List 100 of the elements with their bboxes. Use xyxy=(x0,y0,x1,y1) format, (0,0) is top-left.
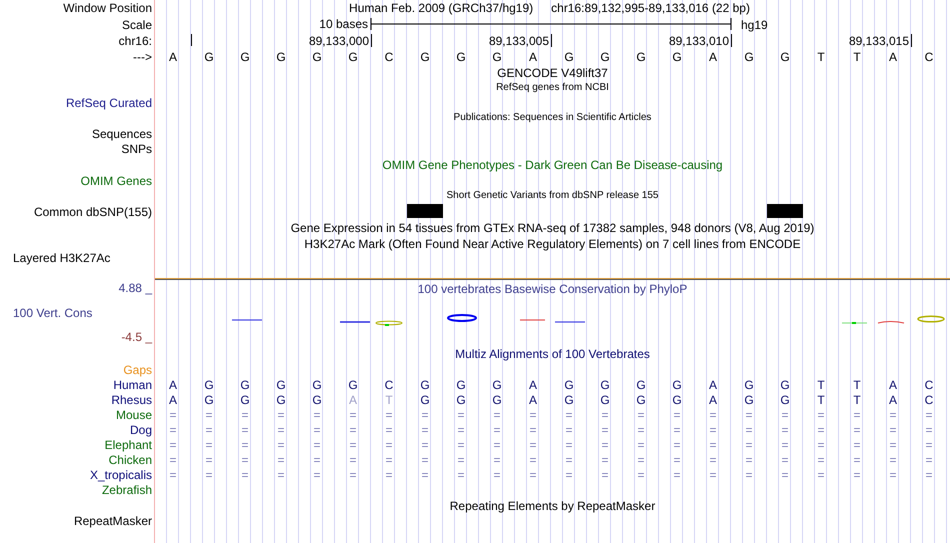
aligned-base: = xyxy=(349,408,356,420)
base-letter: G xyxy=(204,51,214,63)
aligned-base: = xyxy=(385,424,392,436)
aligned-base: = xyxy=(313,454,320,466)
aligned-base: = xyxy=(781,424,788,436)
aligned-base: G xyxy=(312,378,322,390)
aligned-base: = xyxy=(709,454,716,466)
aligned-base: = xyxy=(385,468,392,480)
aligned-base: G xyxy=(564,378,574,390)
aligned-base: A xyxy=(888,378,897,390)
base-letter: G xyxy=(492,51,502,63)
aligned-base: = xyxy=(601,424,608,436)
aligned-base: = xyxy=(169,424,176,436)
aligned-base: = xyxy=(673,408,680,420)
tick-mark xyxy=(731,34,732,47)
aligned-base: G xyxy=(564,394,574,406)
track-label: Common dbSNP(155) xyxy=(34,206,152,218)
aligned-base: = xyxy=(853,454,860,466)
aligned-base: = xyxy=(529,468,536,480)
aligned-base: = xyxy=(205,454,212,466)
aligned-base: G xyxy=(456,394,466,406)
aligned-base: = xyxy=(637,438,644,450)
aligned-base: G xyxy=(636,378,646,390)
track-title: GENCODE V49lift37 xyxy=(497,66,608,78)
aligned-base: = xyxy=(889,408,896,420)
aligned-base: = xyxy=(601,468,608,480)
aligned-base: = xyxy=(529,424,536,436)
aligned-base: A xyxy=(888,394,897,406)
aligned-base: = xyxy=(745,454,752,466)
aligned-base: = xyxy=(205,468,212,480)
aligned-base: G xyxy=(780,378,790,390)
track-label: Layered H3K27Ac xyxy=(13,252,110,264)
aligned-base: = xyxy=(205,424,212,436)
aligned-base: = xyxy=(349,454,356,466)
base-letter: C xyxy=(924,51,934,63)
base-letter: G xyxy=(456,51,466,63)
aligned-base: = xyxy=(709,424,716,436)
track-label: RefSeq Curated xyxy=(66,96,152,108)
tick-mark xyxy=(911,34,912,47)
base-letter: C xyxy=(384,51,394,63)
track-title: Repeating Elements by RepeatMasker xyxy=(450,500,656,512)
coordinate-label: 89,133,000 xyxy=(308,35,369,47)
aligned-base: = xyxy=(241,408,248,420)
aligned-base: = xyxy=(169,454,176,466)
track-label: Chicken xyxy=(108,454,152,466)
aligned-base: = xyxy=(313,408,320,420)
base-letter: A xyxy=(528,51,537,63)
aligned-base: = xyxy=(457,468,464,480)
tick-mark xyxy=(191,34,192,46)
track-title: OMIM Gene Phenotypes - Dark Green Can Be Disease-causing xyxy=(382,159,723,171)
aligned-base: = xyxy=(241,454,248,466)
aligned-base: = xyxy=(277,438,284,450)
track-label: 100 Vert. Cons xyxy=(13,307,92,319)
aligned-base: = xyxy=(709,408,716,420)
base-letter: G xyxy=(672,51,682,63)
aligned-base: A xyxy=(528,394,537,406)
aligned-base: = xyxy=(817,408,824,420)
aligned-base: = xyxy=(709,468,716,480)
aligned-base: = xyxy=(385,454,392,466)
aligned-base: = xyxy=(385,408,392,420)
aligned-base: = xyxy=(277,468,284,480)
aligned-base: = xyxy=(241,438,248,450)
aligned-base: = xyxy=(349,424,356,436)
aligned-base: = xyxy=(493,424,500,436)
aligned-base: A xyxy=(708,378,717,390)
aligned-base: = xyxy=(493,468,500,480)
aligned-base: = xyxy=(709,438,716,450)
base-letter: A xyxy=(888,51,897,63)
aligned-base: = xyxy=(421,468,428,480)
track-label: chr16: xyxy=(118,35,152,47)
aligned-base: G xyxy=(780,394,790,406)
aligned-base: T xyxy=(817,378,825,390)
aligned-base: G xyxy=(420,394,430,406)
aligned-base: = xyxy=(313,424,320,436)
aligned-base: = xyxy=(205,438,212,450)
aligned-base: C xyxy=(924,378,934,390)
aligned-base: = xyxy=(565,468,572,480)
aligned-base: = xyxy=(313,468,320,480)
track-label: Mouse xyxy=(116,408,152,420)
aligned-base: = xyxy=(925,438,932,450)
position-range: chr16:89,132,995-89,133,016 (22 bp) xyxy=(551,2,750,14)
aligned-base: = xyxy=(673,454,680,466)
assembly-name: Human Feb. 2009 (GRCh37/hg19) xyxy=(349,2,534,14)
aligned-base: = xyxy=(457,454,464,466)
aligned-base: = xyxy=(637,408,644,420)
track-label: Gaps xyxy=(123,364,152,376)
coordinate-label: 89,133,010 xyxy=(668,35,729,47)
base-letter: G xyxy=(240,51,250,63)
track-title: 100 vertebrates Basewise Conservation by PhyloP xyxy=(418,282,688,294)
aligned-base: = xyxy=(745,438,752,450)
aligned-base: T xyxy=(385,394,393,406)
track-title: Short Genetic Variants from dbSNP release 155 xyxy=(446,191,658,201)
aligned-base: = xyxy=(169,438,176,450)
aligned-base: = xyxy=(889,468,896,480)
base-letter: G xyxy=(744,51,754,63)
aligned-base: G xyxy=(240,378,250,390)
base-letter: G xyxy=(312,51,322,63)
aligned-base: = xyxy=(421,424,428,436)
aligned-base: = xyxy=(457,424,464,436)
aligned-base: T xyxy=(853,394,861,406)
